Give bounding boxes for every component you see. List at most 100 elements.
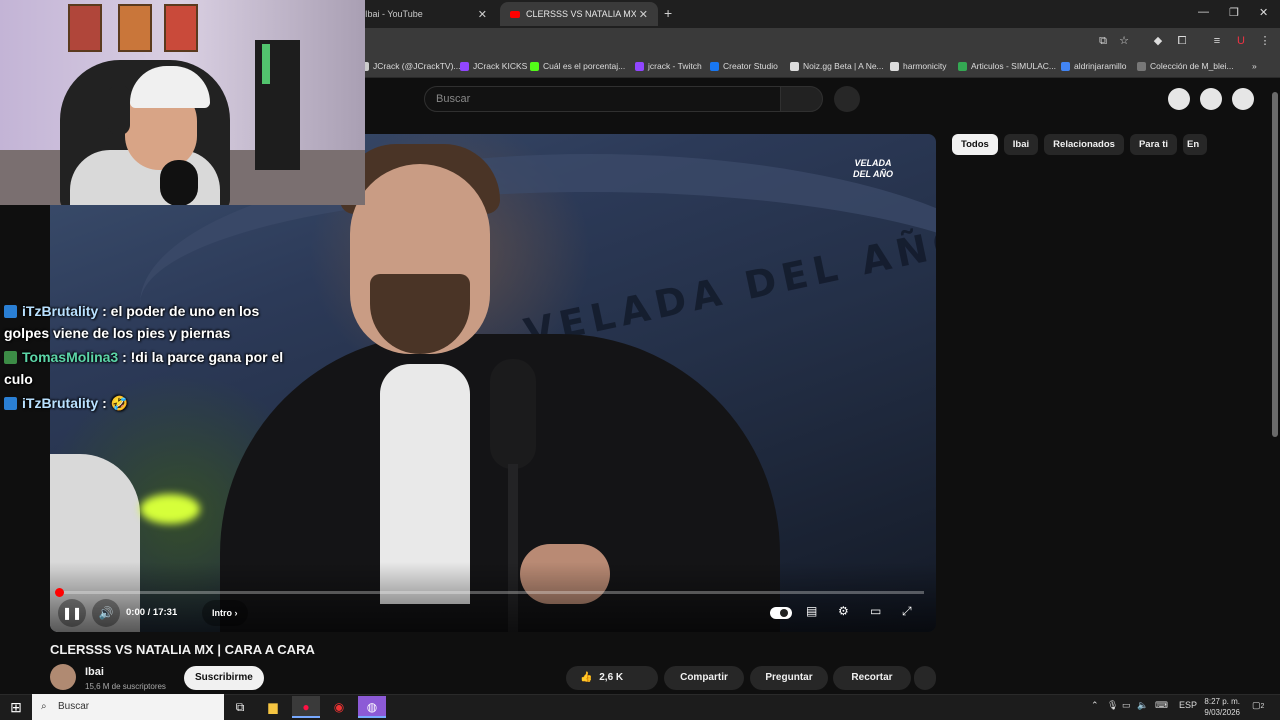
microphone-tray-icon[interactable]: 🎙 — [1107, 700, 1118, 711]
autoplay-toggle[interactable] — [770, 607, 792, 619]
subscribe-button[interactable]: Suscribirme — [184, 666, 264, 690]
chapter-button[interactable]: Intro › — [202, 600, 248, 626]
chip-para-ti[interactable]: Para ti — [1129, 134, 1177, 155]
pause-icon[interactable]: ❚❚ — [58, 599, 86, 627]
theater-mode-icon[interactable]: ▭ — [870, 604, 881, 618]
volume-tray-icon[interactable]: 🔈 — [1137, 700, 1148, 711]
chip-en[interactable]: En — [1183, 134, 1207, 155]
subtitles-icon[interactable]: ▤ — [806, 604, 817, 618]
file-explorer-icon[interactable]: ▆ — [259, 696, 287, 718]
chat-badge-icon — [4, 397, 17, 410]
bookmark-item[interactable]: jcrack - Twitch — [635, 61, 702, 71]
new-tab-plus-icon[interactable]: + — [664, 5, 672, 21]
bookmark-label: harmonicity — [903, 61, 947, 71]
bookmark-item[interactable]: JCrack (@JCrackTV)... — [360, 61, 461, 71]
restore-icon[interactable]: ❐ — [1229, 6, 1239, 19]
settings-gear-icon[interactable]: ⚙ — [838, 604, 849, 618]
chat-username: TomasMolina3 — [22, 349, 119, 365]
scrubber-handle[interactable] — [55, 588, 64, 597]
progress-bar[interactable] — [62, 591, 924, 594]
close-icon[interactable]: ✕ — [478, 8, 487, 21]
chip-ibai[interactable]: Ibai — [1003, 134, 1039, 155]
browser-menu-icon[interactable]: ⋮ — [1258, 34, 1272, 48]
window-close-icon[interactable]: ✕ — [1259, 6, 1268, 19]
bookmark-favicon-icon — [710, 61, 719, 71]
bookmark-favicon-icon — [1061, 61, 1070, 71]
bookmark-favicon-icon — [530, 61, 539, 71]
chapter-label: Intro — [212, 608, 232, 618]
more-actions-icon[interactable] — [914, 666, 936, 690]
bookmark-favicon-icon — [460, 61, 469, 71]
voice-search-mic-icon[interactable] — [834, 86, 860, 112]
bookmark-star-icon[interactable]: ☆ — [1117, 34, 1131, 48]
tab-active-video[interactable]: CLERSSS VS NATALIA MX | CAR ✕ — [500, 2, 658, 26]
task-view-icon[interactable]: ⧉ — [226, 696, 254, 718]
channel-avatar[interactable] — [50, 664, 76, 690]
bookmark-label: Articulos - SIMULAC... — [971, 61, 1057, 71]
chrome-icon[interactable]: ● — [292, 696, 320, 718]
video-green-light — [140, 494, 200, 524]
chat-message: iTzBrutality : el poder de uno en los go… — [4, 300, 294, 344]
tab-ibai-youtube[interactable]: Ibai - YouTube ✕ — [355, 2, 497, 26]
account-avatar[interactable] — [1232, 88, 1254, 110]
bookmark-item[interactable]: Colección de M_blei... — [1137, 61, 1234, 71]
stream-chat-overlay: iTzBrutality : el poder de uno en los go… — [4, 300, 294, 416]
chip-relacionados[interactable]: Relacionados — [1044, 134, 1124, 155]
install-app-icon[interactable]: ⧉ — [1096, 34, 1110, 48]
language-indicator[interactable]: ESP — [1179, 700, 1197, 710]
bookmark-item[interactable]: Noiz.gg Beta | A Ne... — [790, 61, 884, 71]
search-input[interactable]: Buscar — [424, 86, 781, 112]
bookmark-item[interactable]: Creator Studio — [710, 61, 778, 71]
clock[interactable]: 8:27 p. m. 9/03/2026 — [1204, 696, 1240, 718]
like-button[interactable]: 👍 2,6 K — [566, 666, 658, 690]
share-button[interactable]: Compartir — [664, 666, 744, 690]
notification-center-icon[interactable]: ▢2 — [1252, 700, 1264, 711]
bookmark-item[interactable]: Cuál es el porcentaj... — [530, 61, 625, 71]
bookmark-label: Cuál es el porcentaj... — [543, 61, 626, 71]
scrollbar-thumb[interactable] — [1272, 92, 1278, 437]
video-microphone — [490, 359, 536, 469]
profile-icon[interactable]: U — [1234, 34, 1248, 48]
search-button[interactable] — [780, 86, 823, 112]
bookmark-item[interactable]: harmonicity — [890, 61, 946, 71]
time-display: 0:00 / 17:31 — [126, 607, 178, 618]
tab-label: Ibai - YouTube — [365, 9, 423, 19]
create-icon[interactable] — [1168, 88, 1190, 110]
notifications-bell-icon[interactable] — [1200, 88, 1222, 110]
controls-gradient — [50, 562, 936, 632]
clock-date: 9/03/2026 — [1204, 708, 1240, 717]
close-icon[interactable]: ✕ — [639, 8, 648, 21]
chat-badge-icon — [4, 351, 17, 364]
bookmark-item[interactable]: aldrinjaramillo — [1061, 61, 1126, 71]
extension-diamond-icon[interactable]: ◆ — [1151, 34, 1165, 48]
extensions-puzzle-icon[interactable]: ⧠ — [1175, 34, 1189, 48]
bookmark-label: jcrack - Twitch — [648, 61, 702, 71]
ask-button[interactable]: Preguntar — [750, 666, 828, 690]
bookmarks-overflow-icon[interactable]: » — [1252, 61, 1257, 71]
volume-icon[interactable]: 🔊 — [92, 599, 120, 627]
bookmark-label: Creator Studio — [723, 61, 778, 71]
fullscreen-icon[interactable]: ⤢ — [902, 604, 912, 619]
webcam-shelf-light — [262, 44, 270, 84]
media-control-icon[interactable]: ≡ — [1210, 34, 1224, 48]
streaming-app-icon[interactable]: ◍ — [358, 696, 386, 718]
taskbar-search-input[interactable]: ⌕ Buscar — [32, 694, 224, 720]
bookmark-favicon-icon — [958, 61, 967, 71]
bookmark-item[interactable]: Articulos - SIMULAC... — [958, 61, 1056, 71]
chip-todos[interactable]: Todos — [952, 134, 998, 155]
bookmark-label: Noiz.gg Beta | A Ne... — [803, 61, 884, 71]
channel-name[interactable]: Ibai — [85, 666, 104, 678]
network-icon[interactable]: ▭ — [1122, 700, 1131, 711]
clip-button[interactable]: Recortar — [833, 666, 911, 690]
tab-label: CLERSSS VS NATALIA MX | CAR — [526, 9, 636, 19]
video-title: CLERSSS VS NATALIA MX | CARA A CARA — [50, 642, 315, 657]
chat-text: : 🤣 — [102, 395, 129, 411]
keyboard-icon[interactable]: ⌨ — [1155, 700, 1168, 711]
minimize-icon[interactable]: — — [1198, 6, 1209, 18]
obs-icon[interactable]: ◉ — [325, 696, 353, 718]
tray-overflow-icon[interactable]: ⌃ — [1091, 700, 1099, 711]
chat-message: iTzBrutality : 🤣 — [4, 392, 294, 414]
bookmark-item[interactable]: JCrack KICKS — [460, 61, 527, 71]
bookmark-favicon-icon — [1137, 61, 1146, 71]
windows-start-icon[interactable]: ⊞ — [2, 696, 30, 718]
